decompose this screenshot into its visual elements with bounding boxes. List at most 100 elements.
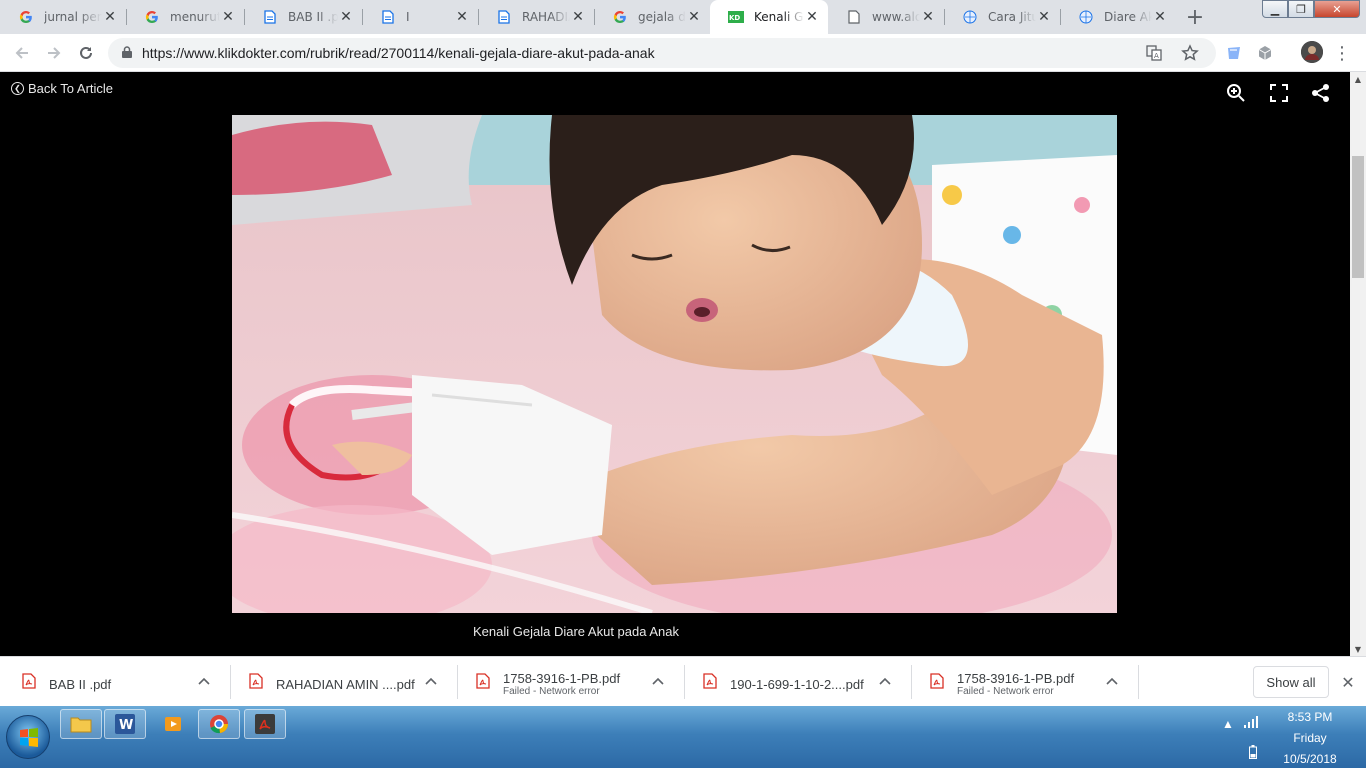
document-icon bbox=[380, 9, 396, 25]
close-shelf-icon[interactable]: ✕ bbox=[1338, 672, 1358, 692]
tab-separator bbox=[944, 9, 945, 25]
taskbar-explorer[interactable] bbox=[60, 709, 102, 739]
tab-close-icon[interactable]: ✕ bbox=[686, 9, 702, 25]
bookmark-star-icon[interactable] bbox=[1180, 43, 1200, 63]
chevron-up-icon[interactable] bbox=[877, 673, 893, 689]
tab-strip: jurnal pen✕menurut t✕BAB II .pdf✕I✕RAHAD… bbox=[0, 0, 1366, 34]
download-separator bbox=[1138, 665, 1139, 699]
tab-separator bbox=[1060, 9, 1061, 25]
taskbar-chrome[interactable] bbox=[198, 709, 240, 739]
battery-icon[interactable] bbox=[1249, 745, 1257, 759]
tab-separator bbox=[244, 9, 245, 25]
tab-close-icon[interactable]: ✕ bbox=[454, 9, 470, 25]
tab-10[interactable]: Diare Aku✕ bbox=[1060, 0, 1176, 34]
scroll-down-arrow-icon[interactable]: ▼ bbox=[1350, 642, 1366, 656]
site-icon bbox=[1078, 9, 1094, 25]
tab-close-icon[interactable]: ✕ bbox=[804, 9, 820, 25]
tab-2[interactable]: menurut t✕ bbox=[126, 0, 244, 34]
network-signal-icon[interactable] bbox=[1244, 716, 1260, 728]
clock-time[interactable]: 8:53 PM bbox=[1280, 710, 1340, 724]
download-item[interactable]: 1758-3916-1-PB.pdf Failed - Network error bbox=[454, 657, 681, 707]
forward-button[interactable] bbox=[42, 41, 66, 65]
arrow-right-icon bbox=[48, 47, 61, 59]
media-player-icon bbox=[165, 717, 181, 731]
close-window-button[interactable]: ✕ bbox=[1314, 0, 1360, 18]
taskbar-acrobat[interactable] bbox=[244, 709, 286, 739]
article-photo bbox=[232, 115, 1117, 613]
scrollbar-thumb[interactable] bbox=[1352, 156, 1364, 278]
google-icon bbox=[612, 9, 628, 25]
download-filename: RAHADIAN AMIN ....pdf bbox=[276, 677, 415, 692]
profile-avatar[interactable] bbox=[1301, 41, 1323, 63]
tab-close-icon[interactable]: ✕ bbox=[1036, 9, 1052, 25]
download-item[interactable]: BAB II .pdf bbox=[0, 657, 227, 707]
tab-7[interactable]: KD Kenali Ge✕ bbox=[710, 0, 828, 34]
folder-icon bbox=[70, 717, 92, 733]
tab-close-icon[interactable]: ✕ bbox=[570, 9, 586, 25]
download-filename: BAB II .pdf bbox=[49, 677, 112, 692]
extension-cube-icon[interactable] bbox=[1255, 43, 1275, 63]
browser-toolbar: https://www.klikdokter.com/rubrik/read/2… bbox=[0, 34, 1366, 72]
scrollbar[interactable]: ▲ ▼ bbox=[1350, 72, 1366, 656]
minimize-button[interactable]: ▁ bbox=[1262, 0, 1288, 18]
tab-separator bbox=[126, 9, 127, 25]
chrome-icon bbox=[210, 715, 229, 734]
back-button[interactable] bbox=[10, 41, 34, 65]
tab-close-icon[interactable]: ✕ bbox=[102, 9, 118, 25]
chevron-up-icon[interactable] bbox=[196, 673, 212, 689]
new-tab-button[interactable]: + bbox=[1181, 4, 1209, 30]
share-icon[interactable] bbox=[1310, 82, 1332, 104]
tab-close-icon[interactable]: ✕ bbox=[920, 9, 936, 25]
scroll-up-arrow-icon[interactable]: ▲ bbox=[1350, 72, 1366, 86]
address-bar[interactable]: https://www.klikdokter.com/rubrik/read/2… bbox=[108, 38, 1216, 68]
back-to-article-label: Back To Article bbox=[28, 81, 114, 96]
show-hidden-icons-arrow[interactable]: ▲ bbox=[1222, 717, 1234, 731]
tab-close-icon[interactable]: ✕ bbox=[220, 9, 236, 25]
svg-text:A: A bbox=[1154, 52, 1159, 60]
back-arrow-icon: ❮ bbox=[11, 82, 24, 95]
download-item[interactable]: RAHADIAN AMIN ....pdf bbox=[227, 657, 454, 707]
document-icon bbox=[262, 9, 278, 25]
tab-title: jurnal pen bbox=[44, 10, 102, 24]
chevron-up-icon[interactable] bbox=[1104, 673, 1120, 689]
back-to-article-button[interactable]: ❮ Back To Article bbox=[11, 81, 113, 96]
tab-close-icon[interactable]: ✕ bbox=[1152, 9, 1168, 25]
window-controls: ▁ ❐ ✕ bbox=[1262, 0, 1360, 18]
download-item[interactable]: 1758-3916-1-PB.pdf Failed - Network error bbox=[908, 657, 1135, 707]
url-text[interactable]: https://www.klikdokter.com/rubrik/read/2… bbox=[142, 45, 655, 61]
tab-1[interactable]: jurnal pen ✕ bbox=[0, 0, 126, 34]
clock-date[interactable]: 10/5/2018 bbox=[1280, 752, 1340, 766]
start-button[interactable] bbox=[6, 715, 50, 759]
pdf-file-icon bbox=[703, 673, 717, 689]
tab-6[interactable]: gejala diar✕ bbox=[594, 0, 710, 34]
photo-caption: Kenali Gejala Diare Akut pada Anak bbox=[473, 624, 679, 639]
tab-8[interactable]: www.aloc✕ bbox=[828, 0, 944, 34]
translate-icon[interactable]: A bbox=[1144, 43, 1164, 63]
svg-text:KD: KD bbox=[729, 14, 740, 22]
maximize-button[interactable]: ❐ bbox=[1288, 0, 1314, 18]
tab-9[interactable]: Cara Jitu ✕ bbox=[944, 0, 1060, 34]
download-item[interactable]: 190-1-699-1-10-2....pdf bbox=[681, 657, 908, 707]
clock-day[interactable]: Friday bbox=[1280, 731, 1340, 745]
tab-4[interactable]: I ✕ bbox=[362, 0, 478, 34]
download-filename: 1758-3916-1-PB.pdf bbox=[957, 671, 1075, 686]
tab-close-icon[interactable]: ✕ bbox=[338, 9, 354, 25]
reload-button[interactable] bbox=[74, 41, 98, 65]
taskbar-word[interactable]: W bbox=[104, 709, 146, 739]
menu-kebab-icon[interactable]: ⋮ bbox=[1332, 43, 1352, 64]
tab-5[interactable]: RAHADIA✕ bbox=[478, 0, 594, 34]
chevron-up-icon[interactable] bbox=[650, 673, 666, 689]
download-filename: 1758-3916-1-PB.pdf bbox=[503, 671, 621, 686]
extension-icon[interactable] bbox=[1224, 43, 1244, 63]
taskbar-media-player[interactable] bbox=[152, 709, 194, 739]
reload-icon bbox=[80, 46, 92, 59]
google-icon bbox=[18, 9, 34, 25]
download-filename: 190-1-699-1-10-2....pdf bbox=[730, 677, 864, 692]
zoom-in-icon[interactable] bbox=[1225, 82, 1247, 104]
chevron-up-icon[interactable] bbox=[423, 673, 439, 689]
tab-title: I bbox=[406, 10, 410, 24]
show-all-downloads-button[interactable]: Show all bbox=[1253, 666, 1329, 698]
fullscreen-icon[interactable] bbox=[1268, 82, 1290, 104]
image-viewer: ❮ Back To Article Kenali Gejala Diare Ak… bbox=[0, 72, 1350, 656]
tab-3[interactable]: BAB II .pdf✕ bbox=[244, 0, 362, 34]
